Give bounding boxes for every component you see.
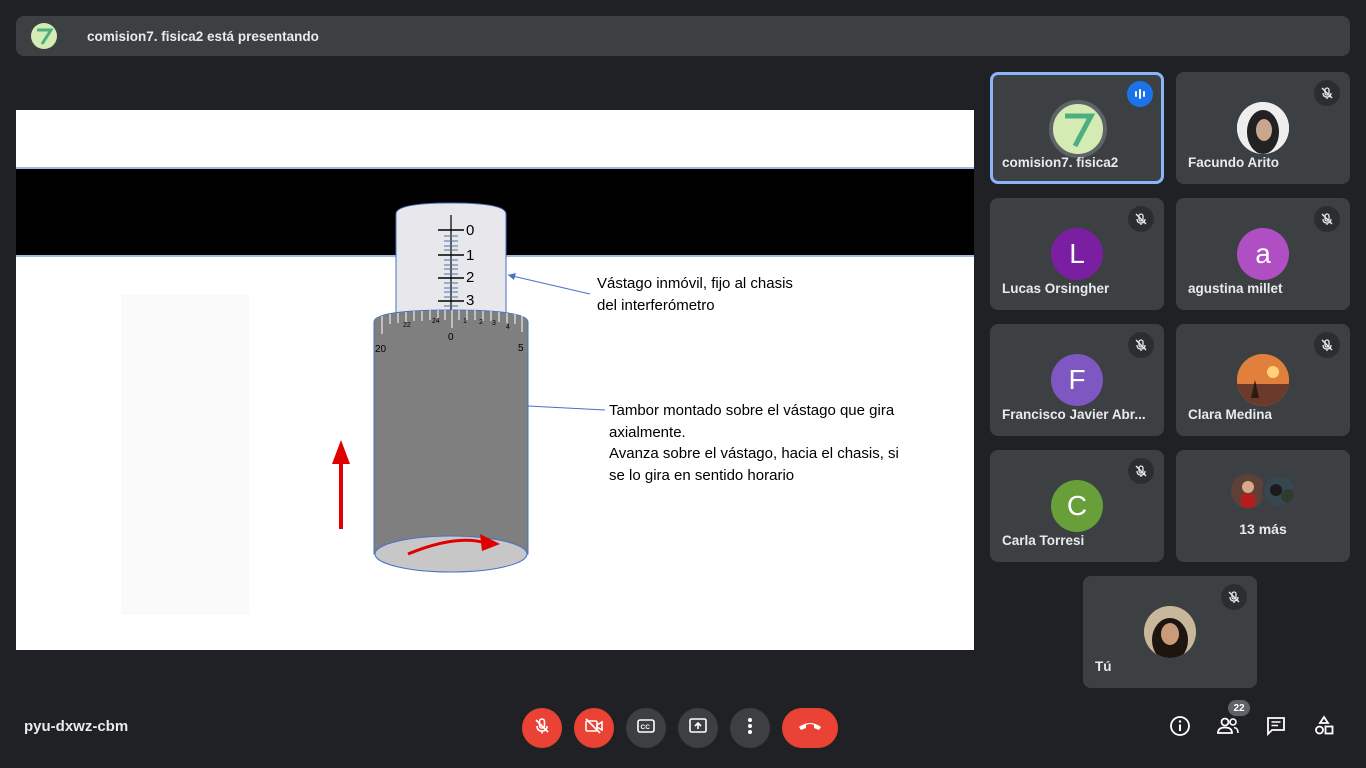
annotation-line: axialmente. <box>609 423 686 441</box>
avatar: F <box>1051 354 1103 406</box>
participant-tile[interactable]: L Lucas Orsingher <box>990 198 1164 310</box>
mic-toggle-button[interactable] <box>522 708 562 748</box>
avatar <box>1231 474 1265 508</box>
mic-off-icon <box>1221 584 1247 610</box>
people-button[interactable] <box>1214 714 1242 742</box>
mic-off-icon <box>1314 80 1340 106</box>
drum-mark: 0 <box>448 332 454 343</box>
self-tile[interactable]: Tú <box>1083 576 1257 688</box>
micrometer-diagram: 0 1 2 3 20 22 24 0 1 2 3 4 5 <box>16 167 974 615</box>
mic-off-icon <box>1314 332 1340 358</box>
presenting-text: comision7. fisica2 está presentando <box>87 28 319 44</box>
drum-mark: 20 <box>375 344 387 355</box>
presenter-avatar <box>31 23 57 49</box>
people-count-badge: 22 <box>1228 700 1250 716</box>
drum-mark: 22 <box>403 322 411 329</box>
more-participants-tile[interactable]: 13 más <box>1176 450 1350 562</box>
presenting-banner: comision7. fisica2 está presentando <box>16 16 1350 56</box>
annotation-stem: Vástago inmóvil, fijo al chasis del inte… <box>597 273 793 316</box>
participant-tile[interactable]: C Carla Torresi <box>990 450 1164 562</box>
drum-mark: 5 <box>518 343 524 354</box>
annotation-line: Vástago inmóvil, fijo al chasis <box>597 275 793 292</box>
mic-off-icon <box>1128 458 1154 484</box>
avatar <box>1237 102 1289 154</box>
mic-off-icon <box>1128 206 1154 232</box>
chat-icon <box>1265 715 1287 742</box>
svg-text:CC: CC <box>641 724 651 731</box>
avatar: C <box>1051 480 1103 532</box>
participant-name: Carla Torresi <box>1002 533 1085 548</box>
scale-mark: 2 <box>466 269 474 286</box>
drum-mark: 2 <box>479 319 483 326</box>
participant-tile[interactable]: Facundo Arito <box>1176 72 1350 184</box>
scale-mark: 1 <box>466 247 474 264</box>
activities-button[interactable] <box>1310 714 1338 742</box>
captions-button[interactable]: CC <box>626 708 666 748</box>
camera-off-icon <box>584 717 604 740</box>
presentation-slide: 0 1 2 3 20 22 24 0 1 2 3 4 5 Vástago inm… <box>16 110 974 650</box>
participant-name: Lucas Orsingher <box>1002 281 1110 296</box>
avatar: L <box>1051 228 1103 280</box>
drum-mark: 24 <box>432 318 440 325</box>
participant-name: Facundo Arito <box>1188 155 1279 170</box>
present-icon <box>688 717 708 740</box>
present-screen-button[interactable] <box>678 708 718 748</box>
scale-mark: 0 <box>466 222 474 239</box>
more-options-button[interactable] <box>730 708 770 748</box>
participant-name: Tú <box>1095 659 1112 674</box>
annotation-line: del interferómetro <box>597 296 715 314</box>
activities-icon <box>1313 714 1335 742</box>
drum-mark: 1 <box>463 318 467 325</box>
chat-button[interactable] <box>1262 714 1290 742</box>
more-label: 13 más <box>1239 521 1287 537</box>
avatar <box>1144 606 1196 658</box>
participant-tile-presenter[interactable]: comision7. fisica2 <box>990 72 1164 184</box>
more-vert-icon <box>747 717 753 740</box>
avatar <box>1049 100 1107 158</box>
people-icon <box>1216 716 1240 741</box>
annotation-line: Tambor montado sobre el vástago que gira <box>609 402 895 419</box>
info-icon <box>1169 715 1191 742</box>
scale-mark: 3 <box>466 292 474 309</box>
annotation-drum: Tambor montado sobre el vástago que gira… <box>609 400 899 486</box>
participant-name: comision7. fisica2 <box>1002 155 1119 170</box>
captions-icon: CC <box>636 718 656 739</box>
leave-call-button[interactable] <box>782 708 838 748</box>
mic-off-icon <box>1314 206 1340 232</box>
avatar <box>1262 474 1296 508</box>
mic-off-icon <box>1128 332 1154 358</box>
drum-mark: 4 <box>506 324 510 331</box>
hang-up-icon <box>797 719 823 737</box>
meeting-details-button[interactable] <box>1166 714 1194 742</box>
meeting-code: pyu-dxwz-cbm <box>24 718 129 735</box>
participant-name: Francisco Javier Abr... <box>1002 407 1146 422</box>
camera-toggle-button[interactable] <box>574 708 614 748</box>
avatar <box>1237 354 1289 406</box>
drum-mark: 3 <box>492 320 496 327</box>
participant-tile[interactable]: a agustina millet <box>1176 198 1350 310</box>
mic-off-icon <box>533 717 551 740</box>
annotation-line: Avanza sobre el vástago, hacia el chasis… <box>609 445 899 462</box>
avatar: a <box>1237 228 1289 280</box>
participant-name: agustina millet <box>1188 281 1283 296</box>
participant-tile[interactable]: Clara Medina <box>1176 324 1350 436</box>
participant-tile[interactable]: F Francisco Javier Abr... <box>990 324 1164 436</box>
annotation-line: se lo gira en sentido horario <box>609 466 795 484</box>
speaking-icon <box>1127 81 1153 107</box>
participant-name: Clara Medina <box>1188 407 1273 422</box>
